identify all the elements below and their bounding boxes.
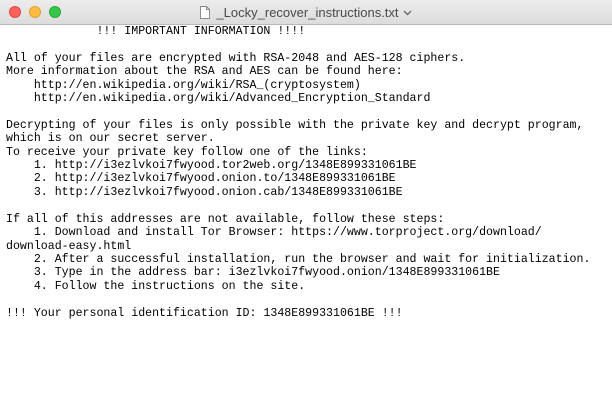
text-line: download-easy.html [6, 239, 132, 253]
document-text[interactable]: !!! IMPORTANT INFORMATION !!!!​All of yo… [0, 25, 612, 320]
window-title: _Locky_recover_instructions.txt [216, 5, 399, 20]
text-editor-window: _Locky_recover_instructions.txt !!! IMPO… [0, 0, 612, 414]
text-line: 3. http://i3ezlvkoi7fwyood.onion.cab/134… [6, 185, 403, 199]
text-line: !!! Your personal identification ID: 134… [6, 306, 403, 320]
window-title-area[interactable]: _Locky_recover_instructions.txt [0, 0, 612, 25]
text-line: 3. Type in the address bar: i3ezlvkoi7fw… [6, 266, 500, 280]
text-line: 1. Download and install Tor Browser: htt… [6, 226, 542, 240]
text-line: Decrypting of your files is only possibl… [6, 118, 584, 132]
chevron-down-icon[interactable] [403, 10, 412, 16]
document-text-area[interactable]: !!! IMPORTANT INFORMATION !!!!​All of yo… [0, 25, 612, 414]
text-line: If all of this addresses are not availab… [6, 212, 445, 226]
text-line: which is on our secret server. [6, 132, 215, 146]
text-line: More information about the RSA and AES c… [6, 65, 403, 79]
text-line: 2. http://i3ezlvkoi7fwyood.onion.to/1348… [6, 172, 396, 186]
text-line: 4. Follow the instructions on the site. [6, 279, 306, 293]
title-bar[interactable]: _Locky_recover_instructions.txt [0, 0, 612, 25]
text-line: ​ [6, 199, 612, 212]
text-line: ​ [6, 105, 612, 118]
text-line: ​ [6, 293, 612, 306]
text-line: http://en.wikipedia.org/wiki/Advanced_En… [6, 92, 431, 106]
text-line: 2. After a successful installation, run … [6, 252, 591, 266]
document-icon [200, 6, 211, 19]
text-line: 1. http://i3ezlvkoi7fwyood.tor2web.org/1… [6, 159, 417, 173]
text-line: All of your files are encrypted with RSA… [6, 51, 466, 65]
text-line: !!! IMPORTANT INFORMATION !!!! [6, 25, 306, 38]
text-line: http://en.wikipedia.org/wiki/RSA_(crypto… [6, 78, 361, 92]
text-line: To receive your private key follow one o… [6, 145, 368, 159]
text-line: ​ [6, 38, 612, 51]
